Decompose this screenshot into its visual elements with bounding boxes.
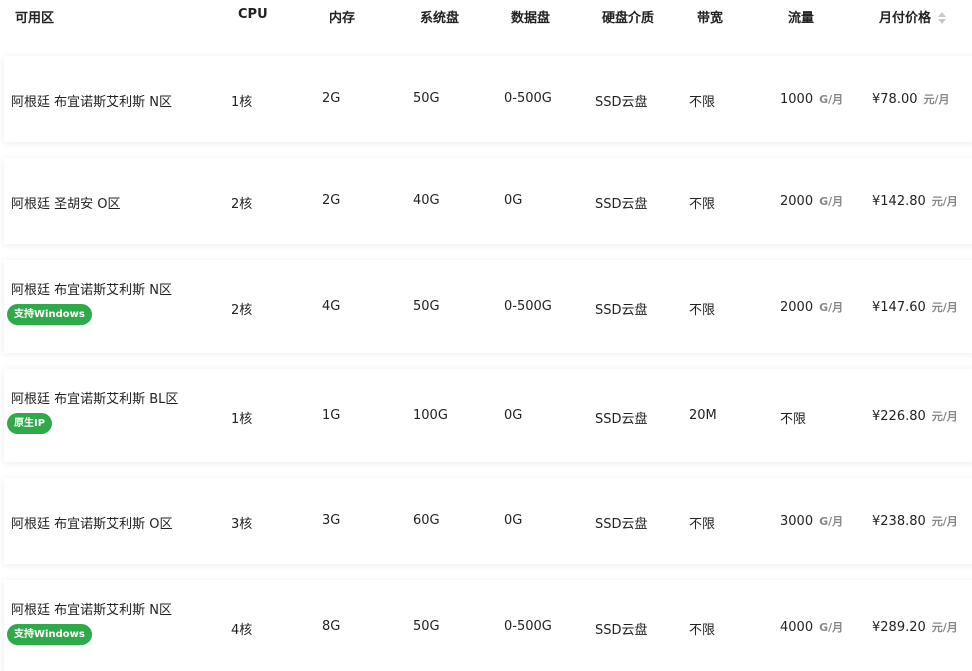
price-unit: 元/月: [931, 621, 958, 634]
table-header: 可用区 CPU 内存 系统盘 数据盘 硬盘介质 带宽 流量 月付价格: [0, 0, 972, 34]
memory-value: 8G: [322, 619, 341, 634]
cpu-value: 2核: [231, 197, 253, 212]
header-bandwidth: 带宽: [697, 11, 724, 26]
pricing-table: 可用区 CPU 内存 系统盘 数据盘 硬盘介质 带宽 流量 月付价格 阿根廷 布…: [0, 0, 972, 671]
bandwidth-value: 20M: [689, 408, 717, 423]
data-disk-value: 0G: [504, 193, 523, 208]
header-zone: 可用区: [15, 11, 55, 26]
traffic-value: 2000 G/月: [780, 193, 843, 209]
traffic-amount: 4000: [780, 620, 814, 635]
bandwidth-value: 不限: [689, 517, 716, 532]
traffic-unit: G/月: [819, 621, 844, 634]
windows-support-badge: 支持Windows: [7, 624, 92, 645]
memory-value: 2G: [322, 193, 341, 208]
cpu-value: 3核: [231, 517, 253, 532]
disk-type-value: SSD云盘: [595, 303, 648, 318]
system-disk-value: 50G: [413, 91, 440, 106]
memory-value: 1G: [322, 408, 341, 423]
price-value: ¥238.80 元/月: [872, 513, 958, 529]
disk-type-value: SSD云盘: [595, 623, 648, 638]
zone-name: 阿根廷 布宜诺斯艾利斯 N区: [11, 603, 172, 618]
price-value: ¥147.60 元/月: [872, 299, 958, 315]
memory-value: 2G: [322, 91, 341, 106]
price-amount: ¥142.80: [872, 194, 926, 209]
traffic-value: 1000 G/月: [780, 91, 843, 107]
price-value: ¥289.20 元/月: [872, 619, 958, 635]
cpu-value: 2核: [231, 303, 253, 318]
price-unit: 元/月: [931, 515, 958, 528]
header-memory: 内存: [329, 11, 356, 26]
system-disk-value: 60G: [413, 513, 440, 528]
disk-type-value: SSD云盘: [595, 412, 648, 427]
price-value: ¥142.80 元/月: [872, 193, 958, 209]
traffic-amount: 1000: [780, 92, 814, 107]
zone-name: 阿根廷 布宜诺斯艾利斯 N区: [11, 95, 172, 110]
system-disk-value: 100G: [413, 408, 448, 423]
price-amount: ¥147.60: [872, 300, 926, 315]
traffic-value: 不限: [780, 408, 806, 427]
table-row: [4, 369, 972, 462]
price-amount: ¥78.00: [872, 92, 918, 107]
cpu-value: 4核: [231, 623, 253, 638]
data-disk-value: 0-500G: [504, 299, 552, 314]
zone-name: 阿根廷 圣胡安 O区: [11, 197, 121, 212]
disk-type-value: SSD云盘: [595, 517, 648, 532]
price-value: ¥226.80 元/月: [872, 408, 958, 424]
header-traffic: 流量: [788, 11, 815, 26]
traffic-unit: G/月: [819, 301, 844, 314]
header-price[interactable]: 月付价格: [879, 7, 947, 26]
data-disk-value: 0G: [504, 513, 523, 528]
bandwidth-value: 不限: [689, 197, 716, 212]
data-disk-value: 0-500G: [504, 91, 552, 106]
price-amount: ¥226.80: [872, 409, 926, 424]
traffic-unit: G/月: [819, 515, 844, 528]
header-price-label: 月付价格: [879, 11, 932, 26]
traffic-amount: 3000: [780, 514, 814, 529]
system-disk-value: 40G: [413, 193, 440, 208]
system-disk-value: 50G: [413, 619, 440, 634]
data-disk-value: 0-500G: [504, 619, 552, 634]
disk-type-value: SSD云盘: [595, 95, 648, 110]
price-unit: 元/月: [931, 195, 958, 208]
header-disk-type: 硬盘介质: [602, 11, 655, 26]
bandwidth-value: 不限: [689, 303, 716, 318]
price-amount: ¥289.20: [872, 620, 926, 635]
traffic-amount: 不限: [780, 412, 807, 427]
header-cpu: CPU: [238, 7, 268, 22]
bandwidth-value: 不限: [689, 95, 716, 110]
zone-name: 阿根廷 布宜诺斯艾利斯 O区: [11, 517, 173, 532]
sort-icon[interactable]: [937, 11, 947, 25]
price-unit: 元/月: [923, 93, 950, 106]
cpu-value: 1核: [231, 95, 253, 110]
traffic-amount: 2000: [780, 300, 814, 315]
cpu-value: 1核: [231, 412, 253, 427]
traffic-value: 4000 G/月: [780, 619, 843, 635]
traffic-amount: 2000: [780, 194, 814, 209]
traffic-value: 2000 G/月: [780, 299, 843, 315]
header-data-disk: 数据盘: [511, 11, 551, 26]
price-unit: 元/月: [931, 410, 958, 423]
traffic-unit: G/月: [819, 93, 844, 106]
zone-name: 阿根廷 布宜诺斯艾利斯 BL区: [11, 392, 179, 407]
data-disk-value: 0G: [504, 408, 523, 423]
zone-name: 阿根廷 布宜诺斯艾利斯 N区: [11, 283, 172, 298]
price-amount: ¥238.80: [872, 514, 926, 529]
memory-value: 4G: [322, 299, 341, 314]
memory-value: 3G: [322, 513, 341, 528]
traffic-value: 3000 G/月: [780, 513, 843, 529]
header-system-disk: 系统盘: [420, 11, 460, 26]
traffic-unit: G/月: [819, 195, 844, 208]
disk-type-value: SSD云盘: [595, 197, 648, 212]
bandwidth-value: 不限: [689, 623, 716, 638]
system-disk-value: 50G: [413, 299, 440, 314]
price-value: ¥78.00 元/月: [872, 91, 950, 107]
native-ip-badge: 原生IP: [7, 413, 53, 434]
windows-support-badge: 支持Windows: [7, 304, 92, 325]
price-unit: 元/月: [931, 301, 958, 314]
